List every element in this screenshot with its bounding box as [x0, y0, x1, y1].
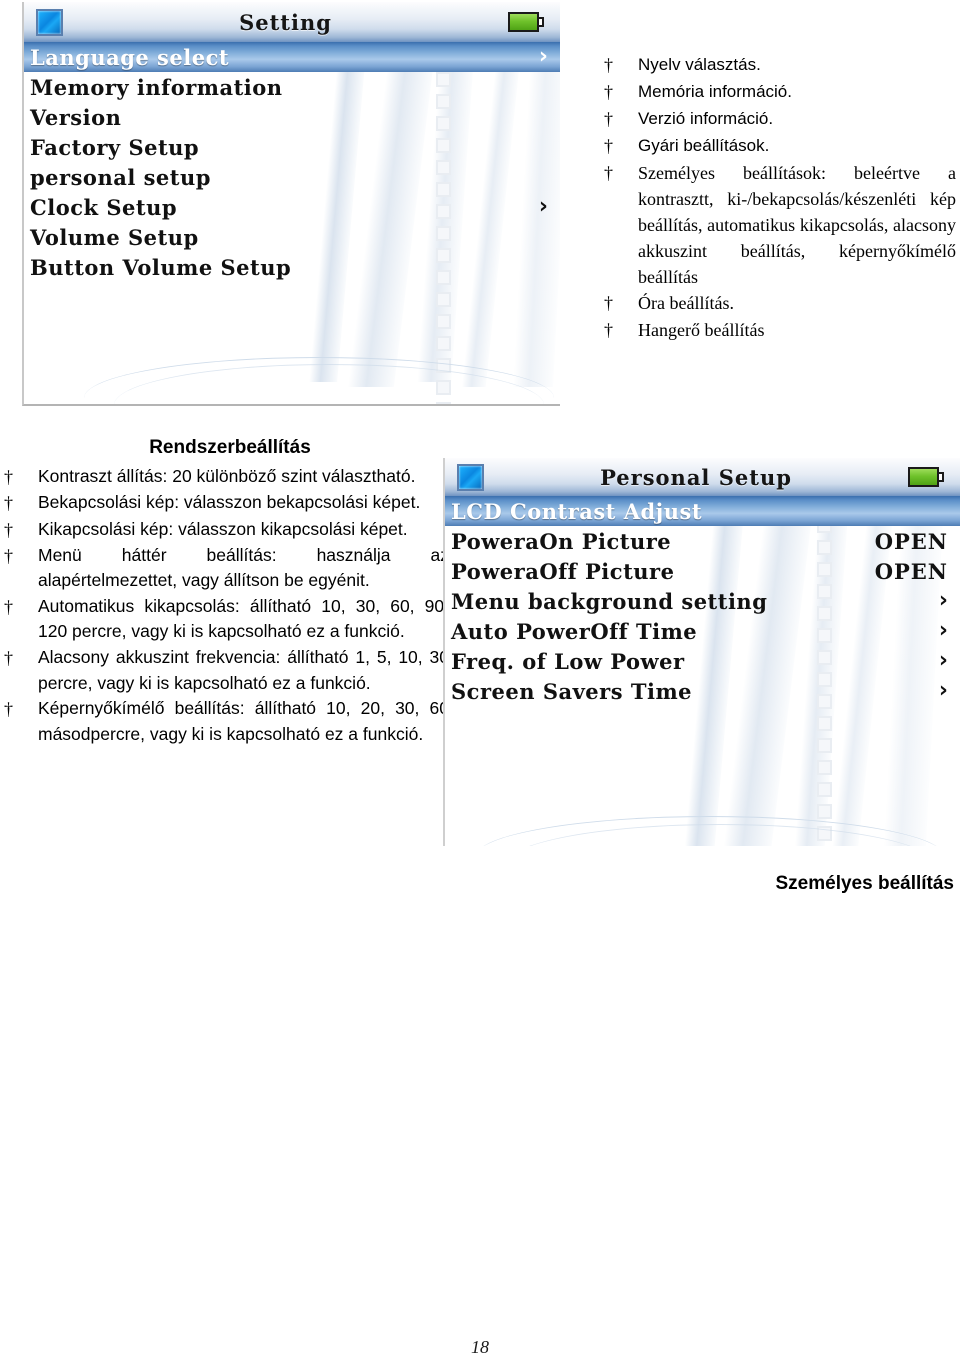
- dagger-bullet-icon: †: [4, 545, 13, 566]
- menu-item-label: Menu background setting: [451, 588, 768, 614]
- list-item-text: Képernyőkímélő beállítás: állítható 10, …: [38, 698, 449, 744]
- device-screenshot-personal-setup: Personal Setup LCD Contrast Adjust Power…: [443, 458, 960, 846]
- menu-item-poweroff-picture[interactable]: PoweraOff Picture OPEN: [445, 556, 960, 586]
- menu-item-label: personal setup: [30, 164, 211, 190]
- list-item-text: Gyári beállítások.: [638, 136, 770, 155]
- menu-list-personal-setup: LCD Contrast Adjust PoweraOn Picture OPE…: [445, 496, 960, 706]
- list-item: † Képernyőkímélő beállítás: állítható 10…: [4, 696, 449, 747]
- menu-item-label: Language select: [30, 44, 230, 70]
- dagger-bullet-icon: †: [604, 320, 613, 341]
- dagger-bullet-icon: †: [4, 467, 13, 487]
- list-item-text: Óra beállítás.: [638, 293, 734, 314]
- list-item-text: Nyelv választás.: [638, 55, 761, 74]
- section-heading: Rendszerbeállítás: [149, 437, 311, 458]
- menu-item-personal-setup[interactable]: personal setup: [24, 162, 560, 192]
- list-item: † Óra beállítás.: [604, 290, 956, 317]
- caption-personal-setup: Személyes beállítás: [775, 873, 955, 894]
- menu-item-version[interactable]: Version: [24, 102, 560, 132]
- dagger-bullet-icon: †: [4, 699, 13, 720]
- menu-item-label: Version: [30, 104, 122, 130]
- list-item: † Személyes beállítások: beleértve a kon…: [604, 160, 956, 290]
- menu-item-value: OPEN: [874, 528, 948, 554]
- blue-square-icon: [457, 463, 484, 491]
- list-item-text: Menü háttér beállítás: használja az alap…: [38, 544, 449, 591]
- dagger-bullet-icon: †: [604, 55, 613, 75]
- list-item-text: Alacsony akkuszint frekvencia: állítható…: [38, 646, 449, 693]
- list-item: † Menü háttér beállítás: használja az al…: [4, 543, 449, 594]
- menu-item-lcd-contrast-adjust[interactable]: LCD Contrast Adjust: [445, 496, 960, 526]
- list-item-text: Kontraszt állítás: 20 különböző szint vá…: [38, 466, 416, 486]
- list-item-text: Automatikus kikapcsolás: állítható 10, 3…: [38, 595, 449, 642]
- dagger-bullet-icon: †: [604, 163, 613, 183]
- menu-item-button-volume-setup[interactable]: Button Volume Setup: [24, 252, 560, 282]
- dagger-bullet-icon: †: [4, 493, 13, 514]
- list-item-text: Kikapcsolási kép: válasszon kikapcsolási…: [38, 518, 408, 539]
- menu-item-label: Screen Savers Time: [451, 678, 693, 704]
- list-item-text: Bekapcsolási kép: válasszon bekapcsolási…: [38, 492, 421, 513]
- list-item: † Nyelv választás.: [604, 52, 956, 79]
- battery-full-icon: [508, 12, 546, 32]
- titlebar-personal-setup: Personal Setup: [445, 458, 960, 496]
- chevron-right-icon: ›: [538, 194, 548, 219]
- menu-item-freq-of-low-power[interactable]: Freq. of Low Power ›: [445, 646, 960, 676]
- list-item: † Automatikus kikapcsolás: állítható 10,…: [4, 594, 449, 645]
- feature-list-system-settings: † Kontraszt állítás: 20 különböző szint …: [4, 464, 449, 747]
- dagger-bullet-icon: †: [604, 109, 613, 129]
- dagger-bullet-icon: †: [4, 519, 13, 540]
- menu-item-menu-background-setting[interactable]: Menu background setting ›: [445, 586, 960, 616]
- menu-item-label: Auto PowerOff Time: [451, 618, 698, 644]
- dagger-bullet-icon: †: [604, 82, 613, 102]
- menu-item-label: Freq. of Low Power: [451, 648, 685, 674]
- menu-item-label: Memory information: [30, 74, 283, 100]
- list-item: † Gyári beállítások.: [604, 133, 956, 160]
- dagger-bullet-icon: †: [604, 293, 613, 314]
- dagger-bullet-icon: †: [604, 136, 613, 156]
- screen-title: Personal Setup: [600, 464, 792, 490]
- chevron-right-icon: ›: [538, 44, 548, 69]
- menu-item-label: LCD Contrast Adjust: [451, 498, 703, 524]
- chevron-right-icon: ›: [938, 648, 948, 673]
- menu-item-poweron-picture[interactable]: PoweraOn Picture OPEN: [445, 526, 960, 556]
- list-item-text: Hangerő beállítás: [638, 320, 765, 341]
- list-item: † Alacsony akkuszint frekvencia: állítha…: [4, 645, 449, 696]
- battery-full-icon: [908, 467, 946, 487]
- list-item: † Verzió információ.: [604, 106, 956, 133]
- list-item: † Hangerő beállítás: [604, 317, 956, 344]
- chevron-right-icon: ›: [938, 618, 948, 643]
- list-item: † Memória információ.: [604, 79, 956, 106]
- menu-item-label: PoweraOn Picture: [451, 528, 672, 554]
- menu-item-auto-poweroff-time[interactable]: Auto PowerOff Time ›: [445, 616, 960, 646]
- chevron-right-icon: ›: [938, 588, 948, 613]
- menu-item-volume-setup[interactable]: Volume Setup: [24, 222, 560, 252]
- menu-item-value: OPEN: [874, 558, 948, 584]
- titlebar-setting: Setting: [24, 2, 560, 42]
- menu-item-label: Button Volume Setup: [30, 254, 292, 280]
- menu-item-label: Volume Setup: [30, 224, 199, 250]
- menu-item-factory-setup[interactable]: Factory Setup: [24, 132, 560, 162]
- list-item: † Kontraszt állítás: 20 különböző szint …: [4, 464, 449, 490]
- dagger-bullet-icon: †: [4, 596, 13, 617]
- list-item: † Kikapcsolási kép: válasszon kikapcsolá…: [4, 517, 449, 543]
- menu-item-language-select[interactable]: Language select ›: [24, 42, 560, 72]
- menu-item-memory-information[interactable]: Memory information: [24, 72, 560, 102]
- chevron-right-icon: ›: [938, 678, 948, 703]
- menu-item-label: Factory Setup: [30, 134, 200, 160]
- menu-item-label: Clock Setup: [30, 194, 178, 220]
- page-number: 18: [471, 1337, 489, 1357]
- blue-square-icon: [36, 8, 63, 36]
- list-item-text: Memória információ.: [638, 82, 792, 101]
- screen-title: Setting: [239, 9, 332, 35]
- list-item-text: Verzió információ.: [638, 109, 774, 128]
- menu-item-label: PoweraOff Picture: [451, 558, 675, 584]
- list-item: † Bekapcsolási kép: válasszon bekapcsolá…: [4, 490, 449, 516]
- list-item-text: Személyes beállítások: beleértve a kontr…: [638, 163, 956, 288]
- dagger-bullet-icon: †: [4, 647, 13, 668]
- feature-list-top: † Nyelv választás. † Memória információ.…: [604, 52, 956, 344]
- device-screenshot-setting: Setting Language select › Memory informa…: [22, 2, 560, 406]
- menu-item-screen-savers-time[interactable]: Screen Savers Time ›: [445, 676, 960, 706]
- menu-item-clock-setup[interactable]: Clock Setup ›: [24, 192, 560, 222]
- menu-list-setting: Language select › Memory information Ver…: [24, 42, 560, 282]
